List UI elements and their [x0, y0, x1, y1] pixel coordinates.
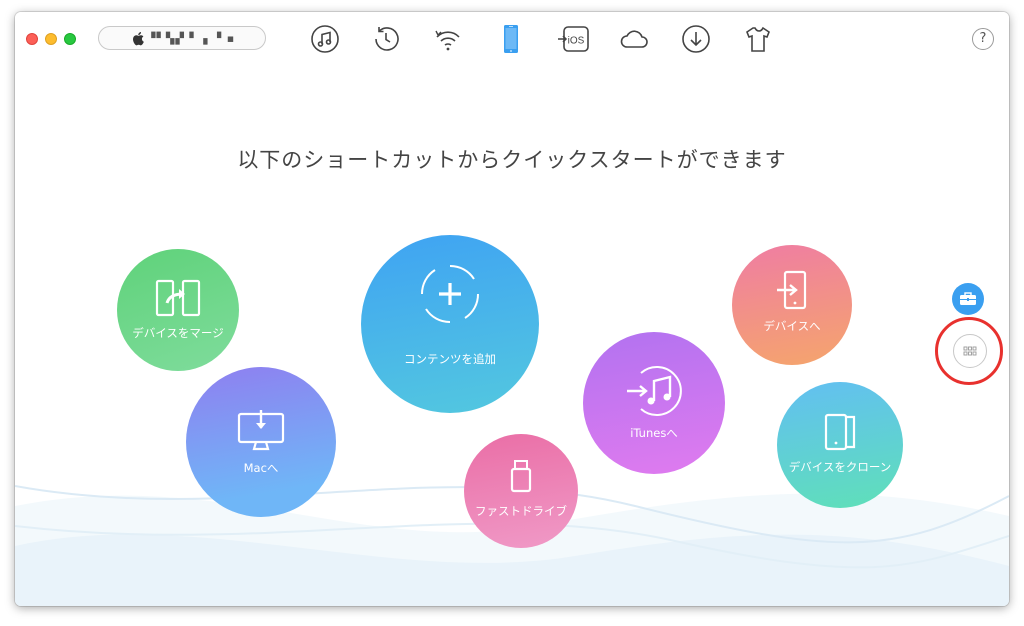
to-itunes-shortcut[interactable]: iTunesへ [583, 332, 725, 474]
add-circle-icon [420, 264, 480, 324]
app-window: ▝▘▚▞ ▘ ▖▝ ▪ iOS ? 以下のショートカットからクイックスタートがで… [15, 12, 1009, 606]
device-name: ▝▘▚▞ ▘ ▖▝ ▪ [147, 31, 236, 45]
iphone-icon[interactable] [494, 22, 528, 56]
apple-icon [133, 31, 144, 46]
add-content-shortcut[interactable]: コンテンツを追加 [361, 235, 539, 413]
to-ios-icon[interactable]: iOS [555, 22, 593, 56]
clone-device-label: デバイスをクローン [788, 460, 892, 474]
title-bar: ▝▘▚▞ ▘ ▖▝ ▪ iOS ? [15, 12, 1009, 68]
tshirt-icon[interactable] [741, 22, 775, 56]
clone-phone-icon [824, 413, 856, 451]
to-itunes-label: iTunesへ [630, 426, 678, 440]
merge-icon [155, 279, 201, 317]
toolbox-icon [960, 292, 976, 305]
to-mac-shortcut[interactable]: Macへ [186, 367, 336, 517]
to-device-shortcut[interactable]: デバイスへ [732, 245, 852, 365]
zoom-window-button[interactable] [64, 33, 76, 45]
itunes-icon [627, 366, 682, 416]
minimize-window-button[interactable] [45, 33, 57, 45]
usb-drive-icon [510, 460, 532, 493]
history-icon[interactable] [369, 22, 403, 56]
toolbox-button[interactable] [952, 283, 984, 315]
to-mac-label: Macへ [243, 461, 279, 475]
highlight-annotation-ring [935, 317, 1003, 385]
clone-device-shortcut[interactable]: デバイスをクローン [777, 382, 903, 508]
fast-drive-label: ファストドライブ [475, 504, 567, 518]
monitor-download-icon [237, 410, 285, 451]
cloud-icon[interactable] [617, 22, 651, 56]
to-ios-label: iOS [568, 36, 585, 47]
close-window-button[interactable] [26, 33, 38, 45]
download-icon[interactable] [679, 22, 713, 56]
help-button[interactable]: ? [972, 28, 994, 50]
to-device-label: デバイスへ [763, 319, 821, 333]
merge-device-shortcut[interactable]: デバイスをマージ [117, 249, 239, 371]
wifi-sync-icon[interactable] [431, 22, 465, 56]
page-title: 以下のショートカットからクイックスタートができます [237, 148, 787, 172]
device-selector[interactable]: ▝▘▚▞ ▘ ▖▝ ▪ [98, 26, 266, 50]
add-content-label: コンテンツを追加 [404, 352, 496, 366]
fast-drive-shortcut[interactable]: ファストドライブ [464, 434, 578, 548]
merge-device-label: デバイスをマージ [132, 326, 224, 340]
music-icon[interactable] [308, 22, 342, 56]
phone-import-icon [777, 270, 807, 310]
